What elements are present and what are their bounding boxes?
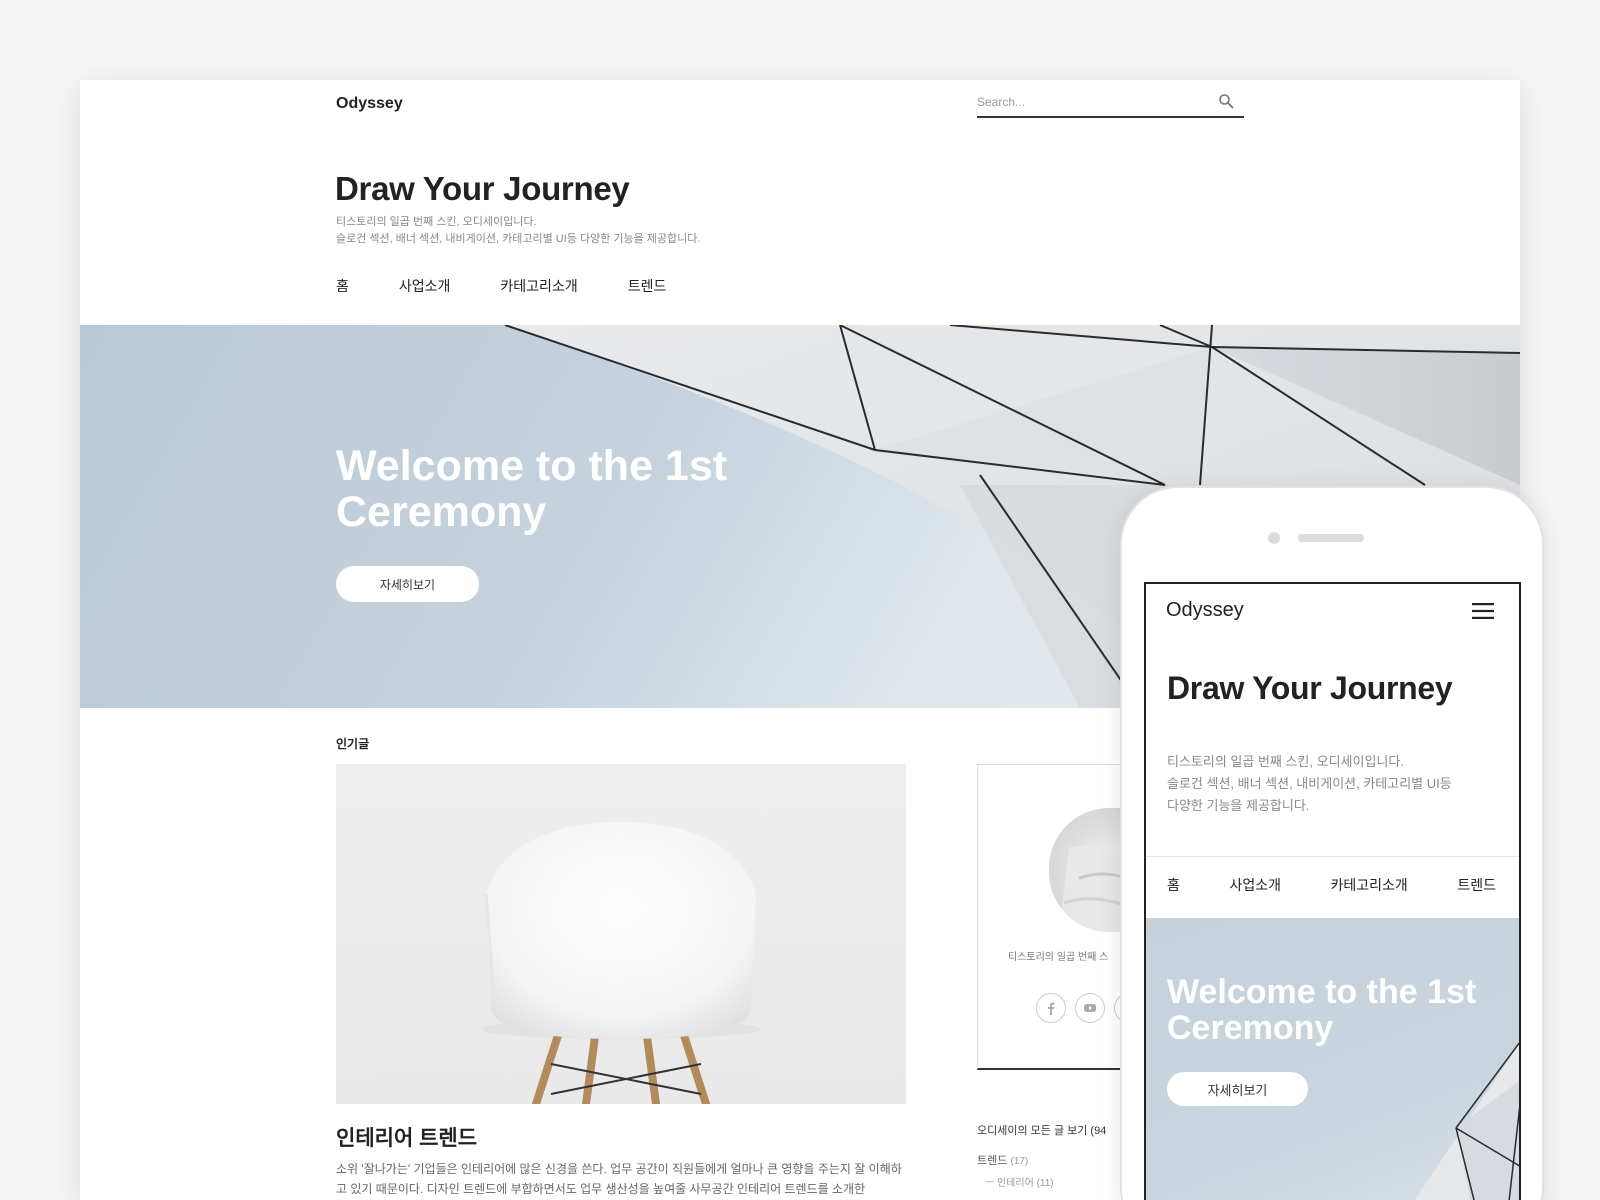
mobile-hero-title: Welcome to the 1st Ceremony bbox=[1167, 973, 1477, 1047]
mobile-site-logo[interactable]: Odyssey bbox=[1166, 599, 1244, 622]
category-name: ㅡ 인테리어 bbox=[985, 1178, 1034, 1189]
divider bbox=[1146, 856, 1519, 857]
nav-item-category[interactable]: 카테고리소개 bbox=[500, 276, 577, 296]
nav-item-home[interactable]: 홈 bbox=[336, 276, 349, 296]
hero-architecture-image bbox=[1414, 1042, 1519, 1200]
phone-mockup: Odyssey Draw Your Journey 티스토리의 일곱 번째 스킨… bbox=[1120, 486, 1544, 1200]
hamburger-menu-icon[interactable] bbox=[1472, 602, 1494, 620]
profile-description: 티스토리의 일곱 번째 스 bbox=[1008, 952, 1109, 963]
description-line: 티스토리의 일곱 번째 스킨, 오디세이입니다. bbox=[336, 216, 537, 228]
post-excerpt: 소위 '잘나가는' 기업들은 인테리어에 많은 신경을 쓴다. 업무 공간이 직… bbox=[336, 1162, 902, 1196]
facebook-icon[interactable] bbox=[1036, 993, 1066, 1023]
category-count: (17) bbox=[1010, 1156, 1029, 1167]
mobile-screen: Odyssey Draw Your Journey 티스토리의 일곱 번째 스킨… bbox=[1144, 582, 1521, 1200]
post-thumbnail[interactable] bbox=[336, 764, 906, 1104]
nav-item-business[interactable]: 사업소개 bbox=[399, 276, 451, 296]
phone-camera bbox=[1268, 532, 1280, 544]
search-box bbox=[977, 90, 1244, 118]
mobile-hero-banner: Welcome to the 1st Ceremony 자세히보기 bbox=[1146, 918, 1519, 1200]
mobile-hero-detail-button[interactable]: 자세히보기 bbox=[1167, 1072, 1308, 1106]
page-title: Draw Your Journey bbox=[335, 170, 630, 207]
site-logo[interactable]: Odyssey bbox=[336, 95, 403, 113]
search-input[interactable] bbox=[977, 90, 1207, 114]
hero-detail-button[interactable]: 자세히보기 bbox=[336, 566, 479, 602]
mobile-nav: 홈 사업소개 카테고리소개 트렌드 bbox=[1146, 875, 1519, 895]
mobile-page-title: Draw Your Journey bbox=[1167, 670, 1453, 706]
main-nav: 홈 사업소개 카테고리소개 트렌드 bbox=[336, 276, 666, 296]
chair-image bbox=[481, 822, 761, 1104]
nav-item-trend[interactable]: 트렌드 bbox=[1457, 875, 1496, 895]
category-name: 트렌드 bbox=[977, 1155, 1008, 1167]
description-line: 다양한 기능을 제공합니다. bbox=[1167, 798, 1310, 813]
nav-item-trend[interactable]: 트렌드 bbox=[628, 276, 667, 296]
description-line: 슬로건 섹션, 배너 섹션, 내비게이션, 카테고리별 UI등 다양한 기능을 … bbox=[336, 233, 701, 245]
subcategory-item[interactable]: ㅡ 인테리어 (11) bbox=[985, 1174, 1054, 1189]
all-posts-link[interactable]: 오디세이의 모든 글 보기 (94 bbox=[977, 1122, 1106, 1138]
description-line: 티스토리의 일곱 번째 스킨, 오디세이입니다. bbox=[1167, 754, 1404, 769]
description-line: 슬로건 섹션, 배너 섹션, 내비게이션, 카테고리별 UI등 bbox=[1167, 776, 1452, 791]
mobile-site-description: 티스토리의 일곱 번째 스킨, 오디세이입니다. 슬로건 섹션, 배너 섹션, … bbox=[1167, 751, 1487, 817]
post-title[interactable]: 인테리어 트렌드 bbox=[336, 1122, 477, 1152]
hero-title: Welcome to the 1st Ceremony bbox=[336, 442, 728, 536]
youtube-icon[interactable] bbox=[1075, 993, 1105, 1023]
category-count: (11) bbox=[1036, 1178, 1054, 1189]
nav-item-business[interactable]: 사업소개 bbox=[1229, 875, 1281, 895]
desktop-header: Odyssey Draw Your Journey 티스토리의 일곱 번째 스킨… bbox=[80, 80, 1520, 325]
category-item[interactable]: 트렌드 (17) bbox=[977, 1152, 1028, 1168]
phone-speaker bbox=[1298, 534, 1364, 542]
nav-item-category[interactable]: 카테고리소개 bbox=[1331, 875, 1408, 895]
site-description: 티스토리의 일곱 번째 스킨, 오디세이입니다. 슬로건 섹션, 배너 섹션, … bbox=[336, 214, 700, 248]
nav-item-home[interactable]: 홈 bbox=[1167, 875, 1180, 895]
popular-posts-label: 인기글 bbox=[336, 737, 370, 751]
search-icon[interactable] bbox=[1218, 93, 1234, 109]
